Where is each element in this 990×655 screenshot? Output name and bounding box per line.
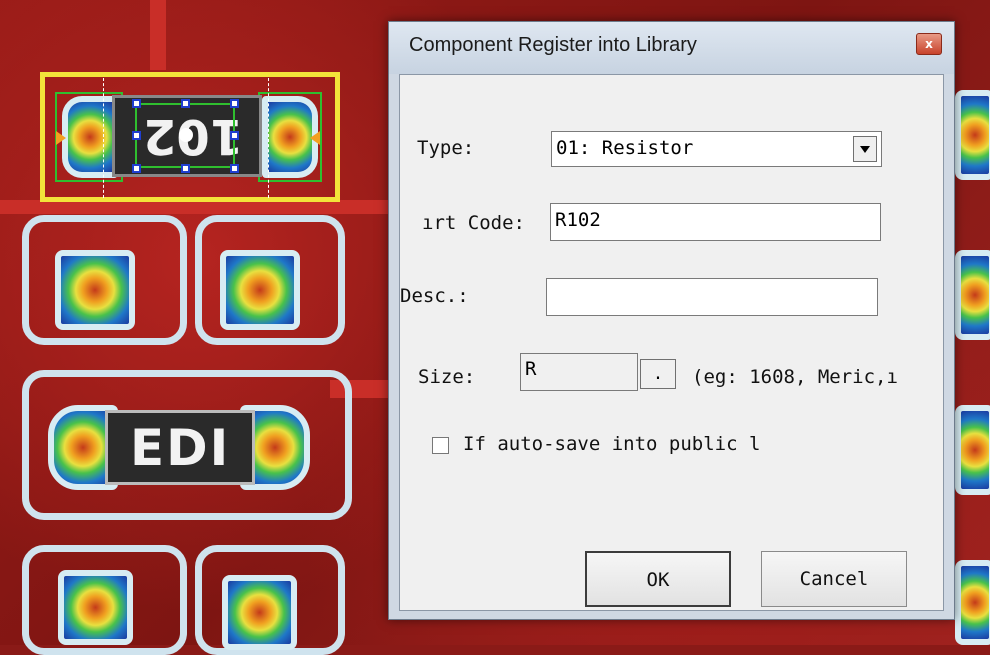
type-select[interactable]: 01: Resistor (551, 131, 882, 167)
solder-pad (955, 250, 990, 340)
guide-line (268, 78, 269, 198)
center-point[interactable] (179, 128, 193, 142)
close-button[interactable]: x (916, 33, 942, 55)
solder-pad (955, 560, 990, 645)
resize-handle[interactable] (230, 99, 239, 108)
resize-handle[interactable] (132, 131, 141, 140)
autosave-checkbox[interactable] (432, 437, 449, 454)
autosave-label: If auto-save into public l (463, 433, 761, 455)
resize-handle[interactable] (230, 164, 239, 173)
desc-label: Desc.: (400, 285, 469, 307)
type-label: Type: (417, 137, 475, 159)
arrow-right-icon (56, 131, 66, 145)
dialog-title: Component Register into Library (409, 34, 697, 56)
solder-pad (58, 570, 133, 645)
part-code-input[interactable]: R102 (550, 203, 881, 241)
solder-pad (222, 575, 297, 650)
chip-marking: EDI (130, 419, 231, 477)
solder-pad (955, 90, 990, 180)
copper-trace (150, 0, 166, 70)
dialog-body: Type: 01: Resistor ırt Code: R102 Desc.:… (399, 74, 944, 611)
chevron-down-icon[interactable] (853, 136, 877, 162)
size-browse-button[interactable]: . (640, 359, 676, 389)
component-register-dialog: Component Register into Library x Type: … (388, 21, 955, 620)
guide-line (103, 78, 104, 198)
cancel-button[interactable]: Cancel (761, 551, 907, 607)
solder-pad (55, 250, 135, 330)
ok-button[interactable]: OK (585, 551, 731, 607)
resize-handle[interactable] (230, 131, 239, 140)
size-input[interactable]: R (520, 353, 638, 391)
resize-handle[interactable] (132, 164, 141, 173)
resize-handle[interactable] (181, 99, 190, 108)
type-select-value: 01: Resistor (556, 137, 694, 159)
copper-trace (0, 200, 390, 214)
solder-pad (955, 405, 990, 495)
solder-pad (62, 96, 118, 178)
resize-handle[interactable] (132, 99, 141, 108)
arrow-left-icon (310, 131, 320, 145)
dialog-titlebar[interactable]: Component Register into Library x (389, 22, 954, 74)
size-hint: (eg: 1608, Meric,ı (692, 366, 898, 388)
close-icon: x (925, 37, 933, 51)
desc-input[interactable] (546, 278, 878, 316)
solder-pad (220, 250, 300, 330)
resistor-chip-bottom: EDI (105, 410, 255, 485)
part-code-label: ırt Code: (422, 212, 525, 234)
size-label: Size: (418, 366, 476, 388)
resize-handle[interactable] (181, 164, 190, 173)
